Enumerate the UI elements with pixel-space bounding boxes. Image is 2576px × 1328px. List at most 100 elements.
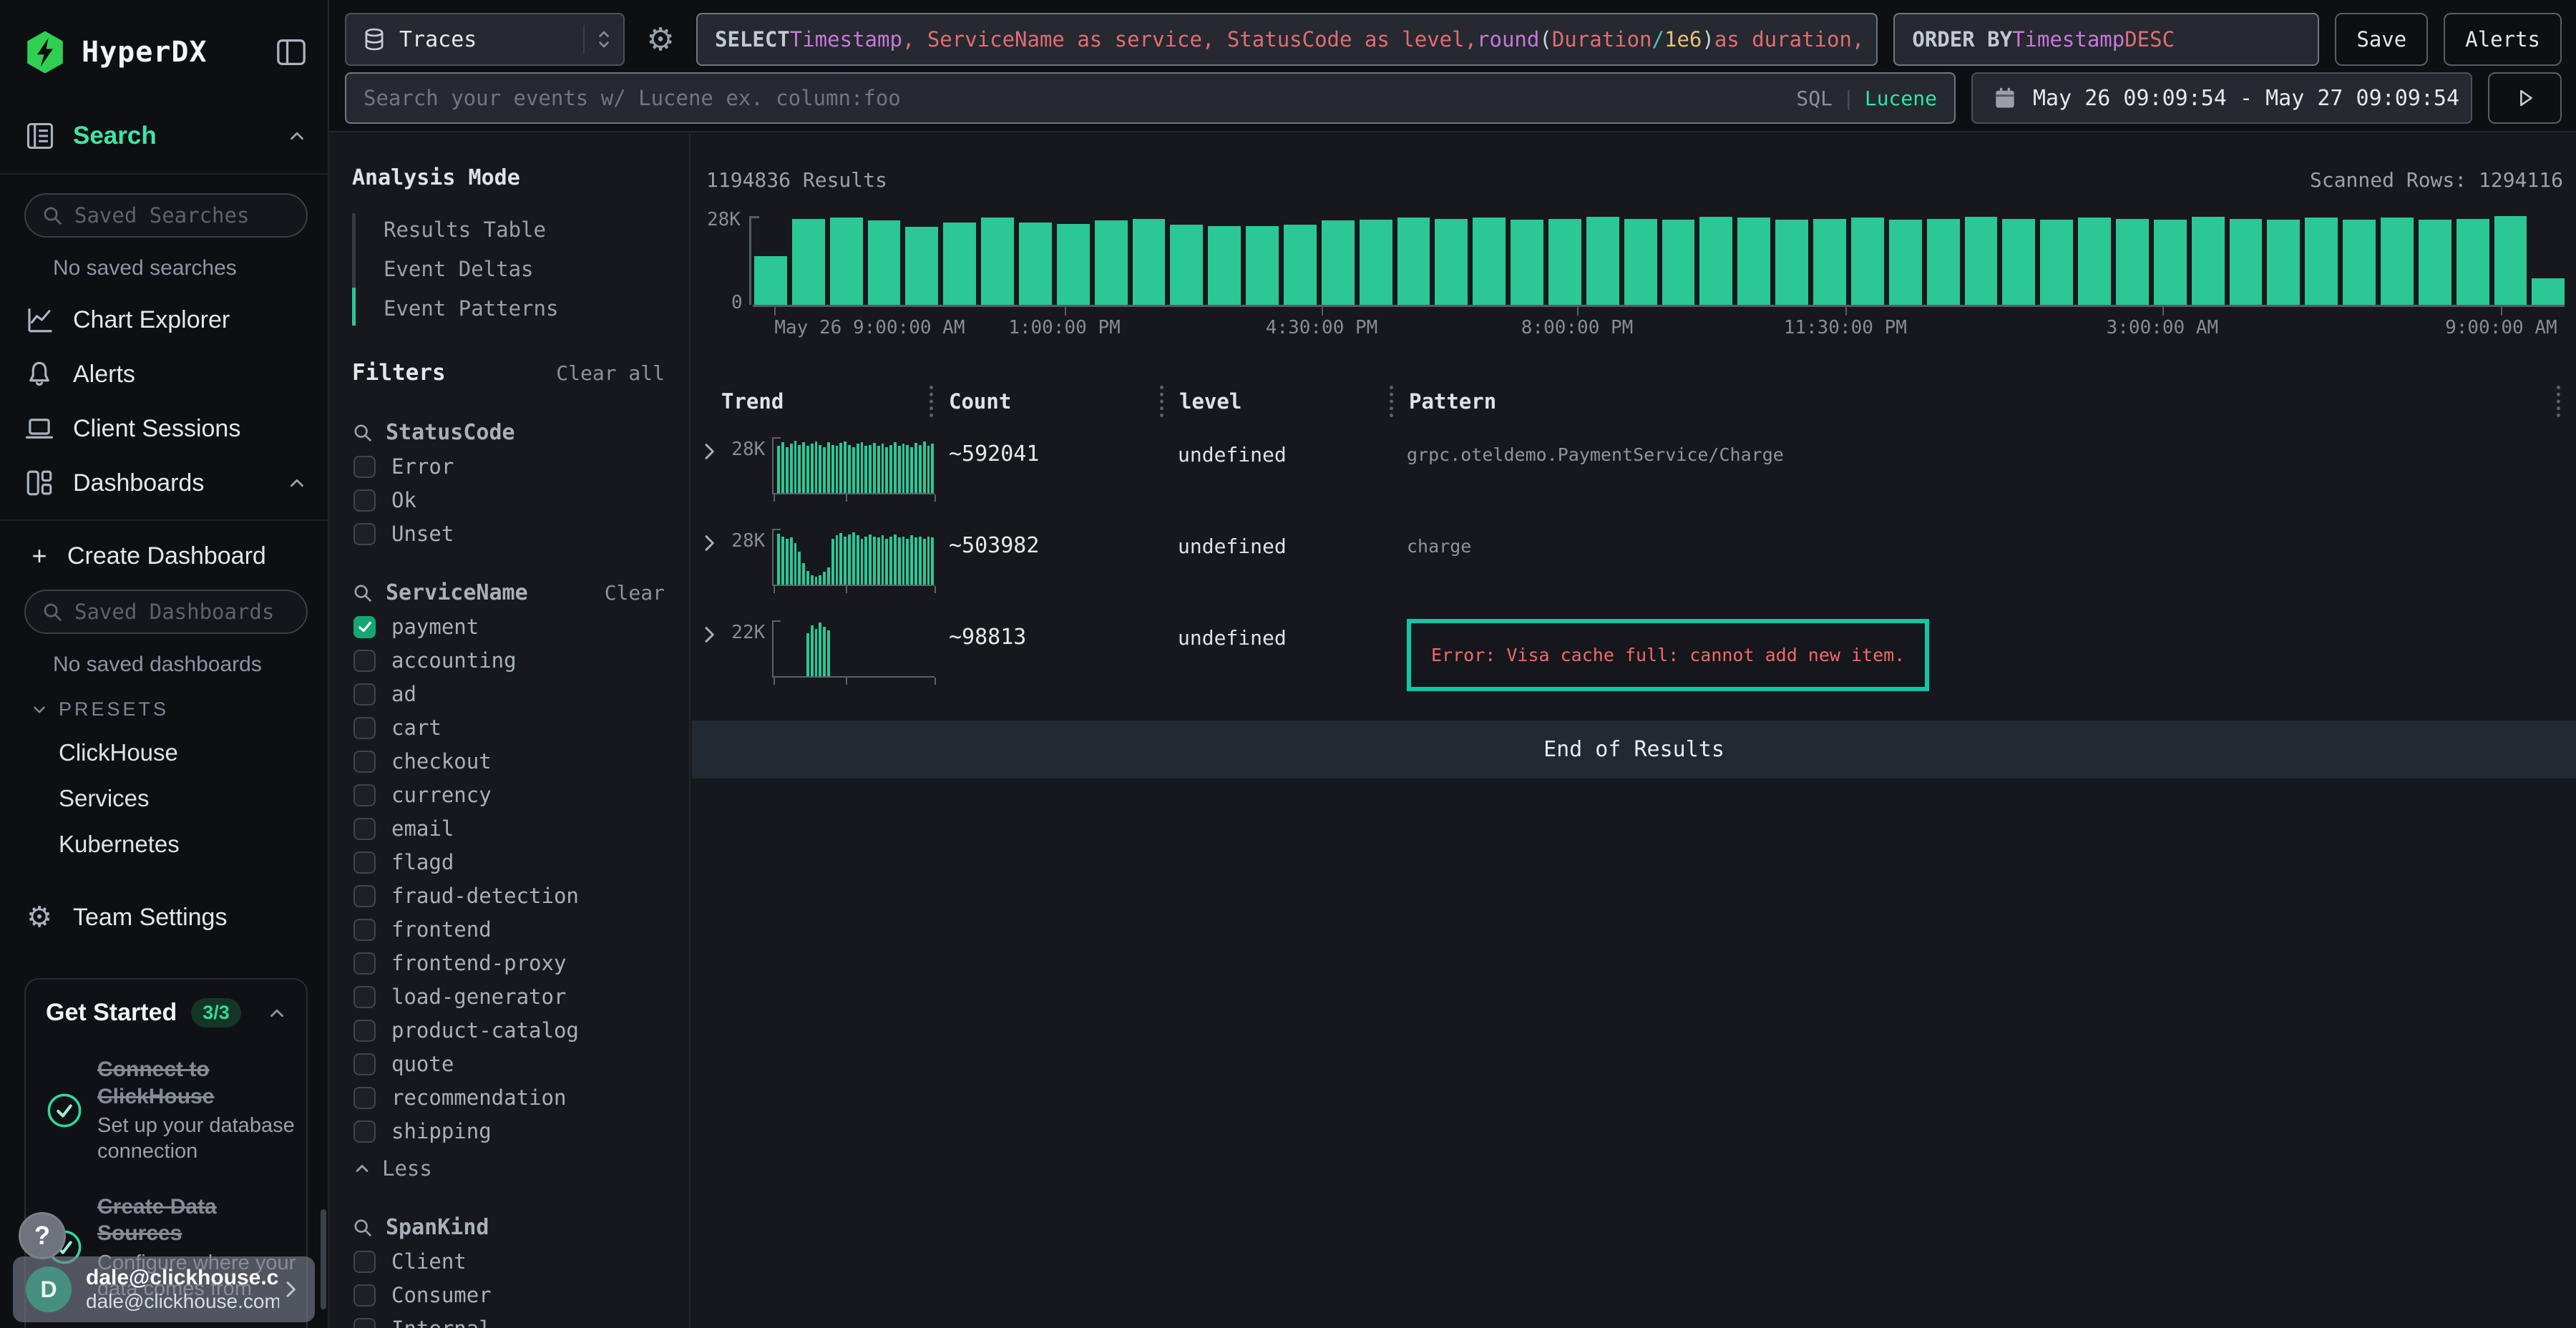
checkbox[interactable] xyxy=(353,986,376,1008)
expand-row-chevron[interactable] xyxy=(698,440,721,463)
preset-kubernetes[interactable]: Kubernetes xyxy=(59,831,308,858)
event-search-input[interactable]: SQL | Lucene xyxy=(345,72,1956,124)
sidebar-item-team-settings[interactable]: ⚙ Team Settings xyxy=(24,902,308,932)
filter-option[interactable]: quote xyxy=(352,1052,665,1076)
filter-option[interactable]: Ok xyxy=(352,488,665,512)
column-header-pattern[interactable]: Pattern xyxy=(1395,389,2576,414)
preset-clickhouse[interactable]: ClickHouse xyxy=(59,739,308,766)
checkbox[interactable] xyxy=(353,1087,376,1109)
filter-option[interactable]: frontend xyxy=(352,917,665,942)
column-resize-handle[interactable] xyxy=(2557,386,2560,417)
filter-option[interactable]: load-generator xyxy=(352,985,665,1009)
filter-option[interactable]: payment xyxy=(352,615,665,639)
filter-option[interactable]: Error xyxy=(352,454,665,479)
filter-option[interactable]: frontend-proxy xyxy=(352,951,665,975)
checkbox[interactable] xyxy=(353,717,376,739)
checkbox[interactable] xyxy=(353,1053,376,1075)
chevron-up-icon[interactable] xyxy=(286,472,308,494)
saved-dashboards-field[interactable] xyxy=(74,600,329,624)
filter-option[interactable]: checkout xyxy=(352,749,665,773)
filter-option[interactable]: Unset xyxy=(352,522,665,546)
filter-option[interactable]: accounting xyxy=(352,648,665,673)
filter-option[interactable]: product-catalog xyxy=(352,1018,665,1043)
sidebar-item-search[interactable]: Search xyxy=(24,120,308,152)
expand-row-chevron[interactable] xyxy=(698,532,721,555)
filter-option[interactable]: email xyxy=(352,816,665,841)
event-search-field[interactable] xyxy=(364,86,1796,110)
time-range-picker[interactable]: May 26 09:09:54 - May 27 09:09:54 xyxy=(1971,72,2472,124)
order-by-input[interactable]: ORDER BY Timestamp DESC xyxy=(1893,13,2319,66)
collapse-sidebar-icon[interactable] xyxy=(275,38,308,67)
filter-option[interactable]: Internal xyxy=(352,1317,665,1328)
checkbox[interactable] xyxy=(353,456,376,478)
checkbox[interactable] xyxy=(353,818,376,840)
checkbox[interactable] xyxy=(353,1251,376,1273)
run-query-button[interactable] xyxy=(2488,72,2562,124)
checkbox[interactable] xyxy=(353,1284,376,1307)
checkbox[interactable] xyxy=(353,952,376,975)
column-resize-handle[interactable] xyxy=(1160,386,1163,417)
sidebar-item-alerts[interactable]: Alerts xyxy=(24,359,308,389)
help-button[interactable]: ? xyxy=(19,1212,66,1259)
sql-select-input[interactable]: SELECT Timestamp, ServiceName as service… xyxy=(696,13,1878,66)
lucene-mode-toggle[interactable]: Lucene xyxy=(1865,87,1937,110)
analysis-mode-results-table[interactable]: Results Table xyxy=(374,210,665,250)
checkbox[interactable] xyxy=(353,919,376,941)
expand-row-chevron[interactable] xyxy=(698,623,721,646)
saved-searches-input[interactable]: ⌘K xyxy=(24,193,308,238)
checkbox[interactable] xyxy=(353,523,376,545)
checkbox[interactable] xyxy=(353,851,376,874)
checkbox[interactable] xyxy=(353,650,376,672)
filter-option[interactable]: ad xyxy=(352,682,665,706)
user-menu[interactable]: D dale@clickhouse.com dale@clickhouse.co… xyxy=(13,1256,315,1322)
source-settings-gear-icon[interactable]: ⚙ xyxy=(640,21,680,58)
sidebar-item-dashboards[interactable]: Dashboards xyxy=(24,468,308,498)
sql-mode-toggle[interactable]: SQL xyxy=(1796,87,1833,110)
sidebar-item-client-sessions[interactable]: Client Sessions xyxy=(24,414,308,444)
checkbox[interactable] xyxy=(353,1020,376,1042)
filter-option[interactable]: Client xyxy=(352,1249,665,1274)
analysis-mode-event-patterns[interactable]: Event Patterns xyxy=(374,289,665,328)
checkbox[interactable] xyxy=(353,1120,376,1143)
table-row[interactable]: 28K~592041undefinedgrpc.oteldemo.Payment… xyxy=(692,437,2576,509)
create-dashboard-button[interactable]: + Create Dashboard xyxy=(24,541,308,571)
column-header-count[interactable]: Count xyxy=(935,389,1165,414)
chevron-up-icon[interactable] xyxy=(286,125,308,147)
save-button[interactable]: Save xyxy=(2335,13,2428,66)
sidebar-item-chart-explorer[interactable]: Chart Explorer xyxy=(24,305,308,335)
filter-option[interactable]: Consumer xyxy=(352,1283,665,1307)
filter-option[interactable]: fraud-detection xyxy=(352,884,665,908)
filter-option[interactable]: shipping xyxy=(352,1119,665,1143)
filter-option[interactable]: recommendation xyxy=(352,1085,665,1110)
checkbox[interactable] xyxy=(353,616,376,638)
alerts-button[interactable]: Alerts xyxy=(2444,13,2562,66)
filter-option[interactable]: cart xyxy=(352,716,665,740)
saved-dashboards-input[interactable]: ⌘K xyxy=(24,590,308,634)
checkbox[interactable] xyxy=(353,784,376,806)
table-row[interactable]: 28K~503982undefinedcharge xyxy=(692,529,2576,600)
checkbox[interactable] xyxy=(353,1318,376,1328)
filter-option[interactable]: flagd xyxy=(352,850,665,874)
source-selector[interactable]: Traces xyxy=(345,13,625,66)
column-resize-handle[interactable] xyxy=(1390,386,1393,417)
checkbox[interactable] xyxy=(353,683,376,706)
table-row[interactable]: 22K~98813undefinedError: Visa cache full… xyxy=(692,620,2576,692)
results-histogram[interactable]: 28K 0 May 26 9:00:00 AM1:00:00 PM4:30:00… xyxy=(753,216,2565,341)
column-header-trend[interactable]: Trend xyxy=(692,389,935,414)
filter-option[interactable]: currency xyxy=(352,783,665,807)
column-resize-handle[interactable] xyxy=(930,386,933,417)
sidebar-scrollbar[interactable] xyxy=(321,1209,326,1309)
analysis-mode-event-deltas[interactable]: Event Deltas xyxy=(374,250,665,289)
checkbox[interactable] xyxy=(353,751,376,773)
chevron-up-icon[interactable] xyxy=(266,1002,288,1024)
saved-searches-field[interactable] xyxy=(74,203,329,228)
show-less-toggle[interactable]: Less xyxy=(352,1156,665,1181)
get-started-item[interactable]: Connect to ClickHouseSet up your databas… xyxy=(46,1056,296,1165)
column-header-level[interactable]: level xyxy=(1165,389,1395,414)
filter-clear-button[interactable]: Clear xyxy=(605,581,665,605)
checkbox[interactable] xyxy=(353,885,376,907)
checkbox[interactable] xyxy=(353,489,376,512)
clear-all-filters-button[interactable]: Clear all xyxy=(556,361,665,385)
presets-toggle[interactable]: PRESETS xyxy=(30,698,308,721)
preset-services[interactable]: Services xyxy=(59,785,308,812)
